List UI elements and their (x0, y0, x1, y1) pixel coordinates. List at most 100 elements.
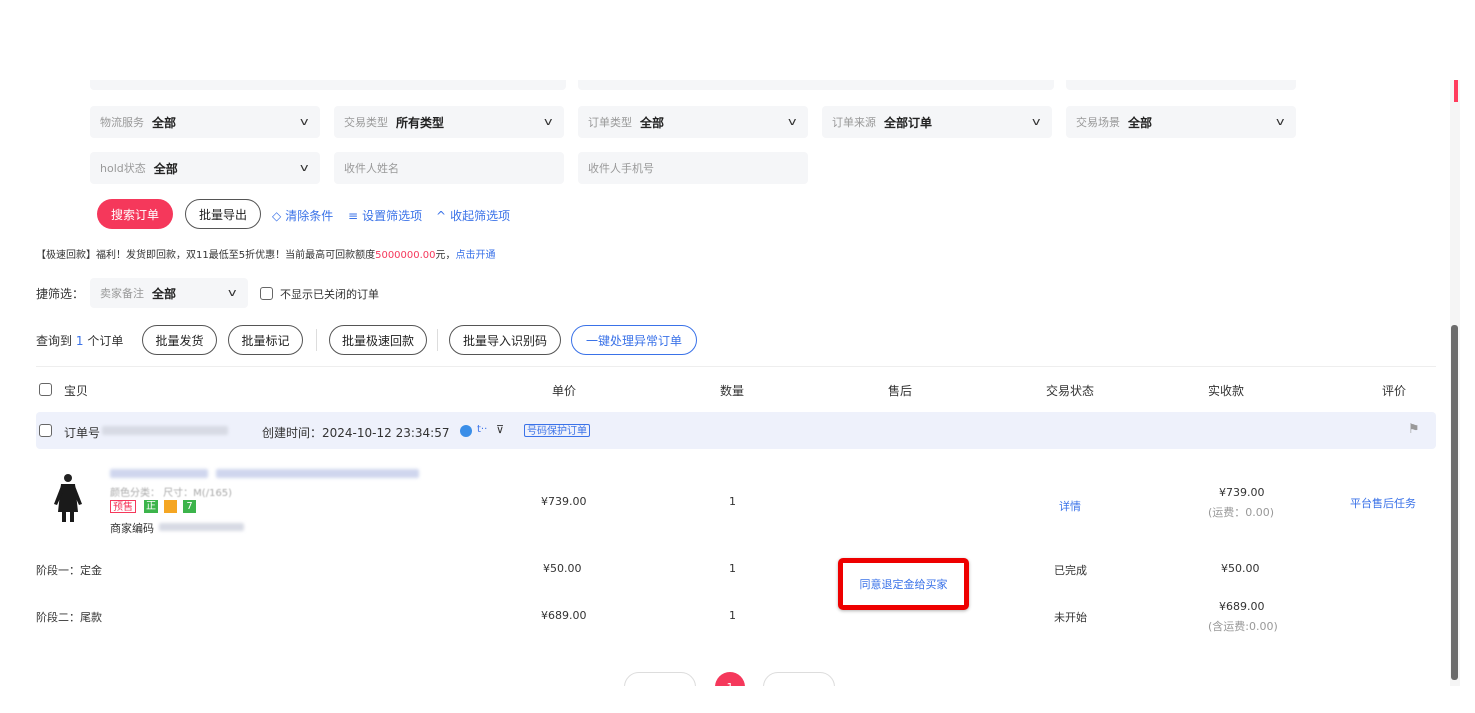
promo-amount: 5000000.00 (375, 250, 436, 261)
created-value: 2024-10-12 23:34:57 (322, 426, 450, 440)
filter-icon[interactable]: ⊽ (496, 423, 504, 436)
bottom-blank-area (0, 686, 1475, 713)
batch-export-button[interactable]: 批量导出 (185, 199, 261, 229)
filter-value: 全部 (1128, 115, 1153, 130)
trade-scene-select[interactable]: 交易场景 全部 v (1066, 106, 1296, 138)
product-thumbnail[interactable] (50, 472, 86, 524)
edge-accent (1454, 80, 1458, 102)
result-prefix: 查询到 (36, 334, 73, 348)
filter-value: 全部 (152, 115, 177, 130)
item-received: ¥739.00 (1219, 486, 1265, 499)
clear-conditions-link[interactable]: ◇ 清除条件 (272, 207, 333, 224)
batch-mark-button[interactable]: 批量标记 (228, 325, 303, 355)
input-placeholder: 收件人手机号 (588, 162, 654, 175)
filter-label: 交易场景 (1076, 116, 1120, 129)
order-source-select[interactable]: 订单来源 全部订单 v (822, 106, 1052, 138)
presale-tag: 预售 (110, 500, 136, 513)
filter-value: 所有类型 (396, 115, 445, 130)
filter-value: 全部 (153, 161, 178, 176)
select-all-checkbox[interactable] (39, 383, 52, 396)
created-time: 创建时间：2024-10-12 23:34:57 (262, 424, 449, 441)
ghost-filter (90, 80, 566, 90)
eraser-icon: ◇ (272, 208, 282, 223)
scrollbar-thumb[interactable] (1451, 325, 1458, 680)
order-no-label: 订单号 (64, 426, 101, 440)
collapse-filters-link[interactable]: ^ 收起筛选项 (436, 207, 510, 224)
prev-page-button[interactable] (624, 672, 696, 686)
filter-label: 物流服务 (100, 116, 144, 129)
buyer-chat-icon[interactable] (460, 425, 472, 437)
filter-value: 全部 (640, 115, 665, 130)
filter-settings-label: 设置筛选项 (362, 209, 423, 223)
stage-received: ¥689.00 (1219, 600, 1265, 613)
recipient-name-input[interactable]: 收件人姓名 (334, 152, 564, 184)
stage-price: ¥50.00 (543, 562, 582, 575)
chevron-down-icon: v (544, 115, 553, 128)
next-page-button[interactable] (763, 672, 835, 686)
buyer-nick: t·· (477, 424, 488, 435)
order-no-masked (102, 426, 228, 435)
col-trade-status: 交易状态 (1046, 384, 1095, 398)
order-type-select[interactable]: 订单类型 全部 v (578, 106, 808, 138)
promo-enable-link[interactable]: 点击开通 (456, 250, 496, 261)
flag-icon[interactable]: ⚑ (1408, 422, 1420, 437)
hold-status-select[interactable]: hold状态 全部 v (90, 152, 320, 184)
stage-note: (含运费:0.00) (1208, 620, 1278, 633)
filter-label: 订单类型 (588, 116, 632, 129)
chevron-down-icon: v (300, 115, 309, 128)
sku-code-masked (159, 523, 244, 531)
result-number: 1 (75, 334, 84, 348)
col-review: 评价 (1382, 384, 1407, 398)
handle-abnormal-orders-button[interactable]: 一键处理异常订单 (571, 325, 697, 355)
logistics-service-select[interactable]: 物流服务 全部 v (90, 106, 320, 138)
order-header-bar (36, 412, 1436, 449)
fast-payback-banner: 【极速回款】福利！发货即回款，双11最低至5折优惠！当前最高可回款额度50000… (36, 246, 496, 261)
hide-closed-checkbox[interactable] (260, 287, 273, 300)
refund-deposit-button[interactable]: 同意退定金给买家 (838, 558, 969, 610)
col-item: 宝贝 (64, 384, 89, 398)
filter-label: 订单来源 (832, 116, 876, 129)
batch-fast-payback-button[interactable]: 批量极速回款 (329, 325, 427, 355)
batch-import-code-button[interactable]: 批量导入识别码 (449, 325, 561, 355)
recipient-phone-input[interactable]: 收件人手机号 (578, 152, 808, 184)
input-placeholder: 收件人姓名 (344, 162, 399, 175)
trade-type-select[interactable]: 交易类型 所有类型 v (334, 106, 564, 138)
number-protect-tag: 号码保护订单 (524, 424, 590, 437)
chevron-down-icon: v (1276, 115, 1285, 128)
promo-text: 【极速回款】福利！发货即回款，双11最低至5折优惠！当前最高可回款额度 (36, 250, 376, 261)
divider (36, 366, 1436, 367)
chevron-down-icon: v (788, 115, 797, 128)
filter-label: hold状态 (100, 162, 146, 175)
product-title-masked (110, 469, 208, 478)
search-order-button[interactable]: 搜索订单 (97, 199, 173, 229)
col-after-sale: 售后 (888, 384, 913, 398)
filter-settings-link[interactable]: ≡ 设置筛选项 (348, 207, 422, 224)
item-shipping: (运费：0.00) (1208, 506, 1275, 519)
seller-note-select[interactable]: 卖家备注 全部 v (90, 278, 248, 308)
ghost-filter (1066, 80, 1296, 90)
promo-suffix: 元， (435, 250, 456, 261)
stage-received: ¥50.00 (1221, 562, 1260, 575)
order-detail-link[interactable]: 详情 (1059, 498, 1081, 514)
page-current[interactable]: 1 (715, 672, 745, 686)
clear-conditions-label: 清除条件 (285, 209, 334, 223)
stage-price: ¥689.00 (541, 609, 587, 622)
product-title-masked (216, 469, 419, 478)
product-sku: 颜色分类： 尺寸：M(/165) (110, 488, 233, 499)
stage-qty: 1 (729, 562, 736, 575)
batch-ship-button[interactable]: 批量发货 (142, 325, 217, 355)
top-blank-area (0, 0, 1475, 80)
order-checkbox[interactable] (39, 424, 52, 437)
platform-after-sale-link[interactable]: 平台售后任务 (1350, 495, 1416, 511)
item-price: ¥739.00 (541, 495, 587, 508)
genuine-tag: 正 (144, 500, 158, 513)
ghost-filter (578, 80, 1054, 90)
filter-value: 全部订单 (884, 115, 933, 130)
chevron-down-icon: v (228, 286, 237, 299)
col-qty: 数量 (720, 384, 745, 398)
quick-filter-label: 捷筛选： (36, 287, 85, 301)
item-qty: 1 (729, 495, 736, 508)
result-suffix: 个订单 (87, 334, 124, 348)
divider (316, 329, 317, 351)
col-price: 单价 (552, 384, 577, 398)
